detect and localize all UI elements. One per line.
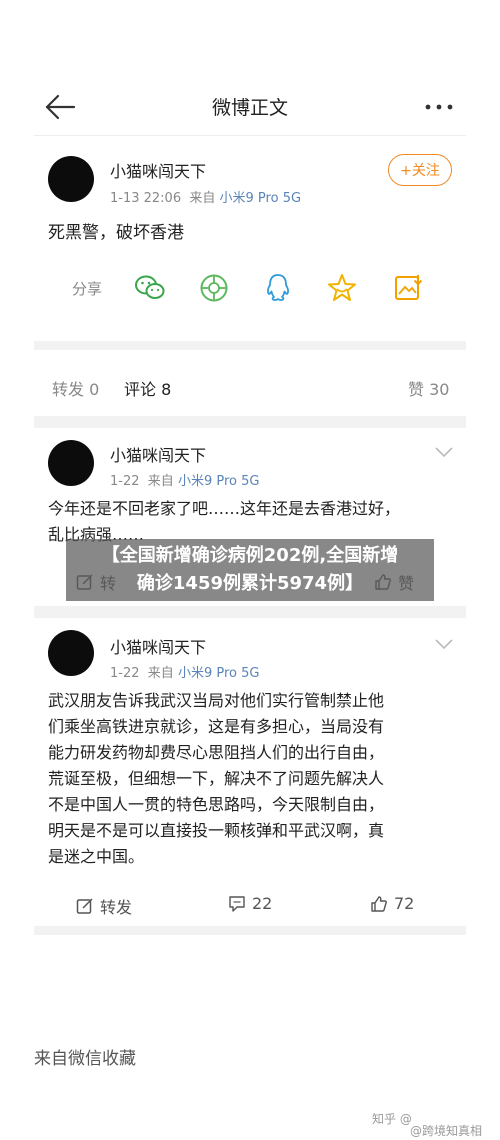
more-dots-icon[interactable] [424, 102, 454, 112]
main-post: 小猫咪闯天下 1-13 22:06 来自 小米9 Pro 5G +关注 死黑警，… [34, 138, 466, 338]
banner-line: 【全国新增确诊病例202例,全国新增 [101, 545, 399, 566]
comment-from: 来自 [147, 474, 174, 489]
comment-count-tab[interactable]: 评论 8 [124, 376, 171, 400]
source-footer: 来自微信收藏 [34, 1049, 136, 1069]
back-arrow-icon[interactable] [44, 92, 76, 122]
comment-time: 1-22 [110, 474, 140, 489]
comment-line: 是迷之中国。 [48, 847, 145, 866]
comment-from: 来自 [147, 666, 174, 681]
comment-time: 1-22 [110, 666, 140, 681]
top-bar: 微博正文 [34, 78, 466, 136]
comment-device[interactable]: 小米9 Pro 5G [178, 474, 260, 489]
comment-meta: 1-22 来自 小米9 Pro 5G [110, 470, 259, 489]
repost-count[interactable]: 转发 0 [52, 376, 99, 400]
comment-action[interactable]: 22 [228, 894, 272, 913]
share-row: 分享 [34, 268, 466, 308]
comment-line: 荒诞至极，但细想一下，解决不了问题先解决人 [48, 769, 385, 788]
save-image-icon[interactable] [392, 272, 424, 304]
avatar[interactable] [48, 156, 94, 202]
share-label: 分享 [72, 280, 103, 298]
comment-item: 小猫咪闯天下 1-22 来自 小米9 Pro 5G 武汉朋友告诉我武汉当局对他们… [34, 618, 466, 928]
comment-line: 们乘坐高铁进京就诊，这是有多担心，当局没有 [48, 717, 385, 736]
like-action[interactable]: 72 [370, 894, 414, 913]
repost-label: 转发 [100, 898, 133, 917]
moments-icon[interactable] [198, 272, 230, 304]
wechat-icon[interactable] [134, 272, 166, 304]
comment-count: 22 [252, 894, 273, 913]
like-count: 72 [394, 894, 415, 913]
comment-username[interactable]: 小猫咪闯天下 [110, 442, 206, 466]
watermark: @跨境知真相 [410, 1124, 483, 1138]
comment-device[interactable]: 小米9 Pro 5G [178, 666, 260, 681]
divider [34, 606, 466, 618]
banner-line: 确诊1459例累计5974例】 [136, 573, 364, 594]
comment-line: 能力研发药物却费尽心思阻挡人们的出行自由， [48, 743, 385, 762]
favorite-star-icon[interactable] [326, 272, 358, 304]
post-device[interactable]: 小米9 Pro 5G [220, 191, 302, 206]
post-time: 1-13 22:06 [110, 191, 182, 206]
post-meta: 1-13 22:06 来自 小米9 Pro 5G [110, 187, 301, 206]
qq-icon[interactable] [262, 272, 294, 304]
like-count[interactable]: 赞 30 [408, 376, 449, 400]
post-from: 来自 [189, 191, 216, 206]
avatar[interactable] [48, 440, 94, 486]
comment-line: 今年还是不回老家了吧……这年还是去香港过好， [48, 499, 401, 518]
post-text: 死黑警，破坏香港 [48, 223, 184, 243]
watermark: 知乎 @ [372, 1112, 412, 1126]
repost-icon [76, 898, 93, 914]
comment-icon [229, 895, 245, 912]
divider [34, 926, 466, 935]
comment-meta: 1-22 来自 小米9 Pro 5G [110, 662, 259, 681]
divider [34, 416, 466, 428]
repost-action[interactable]: 转发 [76, 894, 132, 918]
post-username[interactable]: 小猫咪闯天下 [110, 158, 206, 182]
stats-bar: 转发 0 评论 8 赞 30 [34, 360, 466, 416]
thumbs-up-icon [371, 895, 387, 912]
divider [34, 341, 466, 350]
comment-username[interactable]: 小猫咪闯天下 [110, 634, 206, 658]
page-title: 微博正文 [211, 97, 288, 119]
follow-button[interactable]: +关注 [388, 154, 452, 186]
comment-line: 武汉朋友告诉我武汉当局对他们实行管制禁止他 [48, 691, 385, 710]
comment-line: 不是中国人一贯的特色思路吗，今天限制自由， [48, 795, 385, 814]
comment-line: 明天是不是可以直接投一颗核弹和平武汉啊，真 [48, 821, 385, 840]
headline-banner: 【全国新增确诊病例202例,全国新增 确诊1459例累计5974例】 [66, 539, 434, 601]
chevron-down-icon[interactable] [434, 446, 454, 458]
avatar[interactable] [48, 630, 94, 676]
chevron-down-icon[interactable] [434, 638, 454, 650]
